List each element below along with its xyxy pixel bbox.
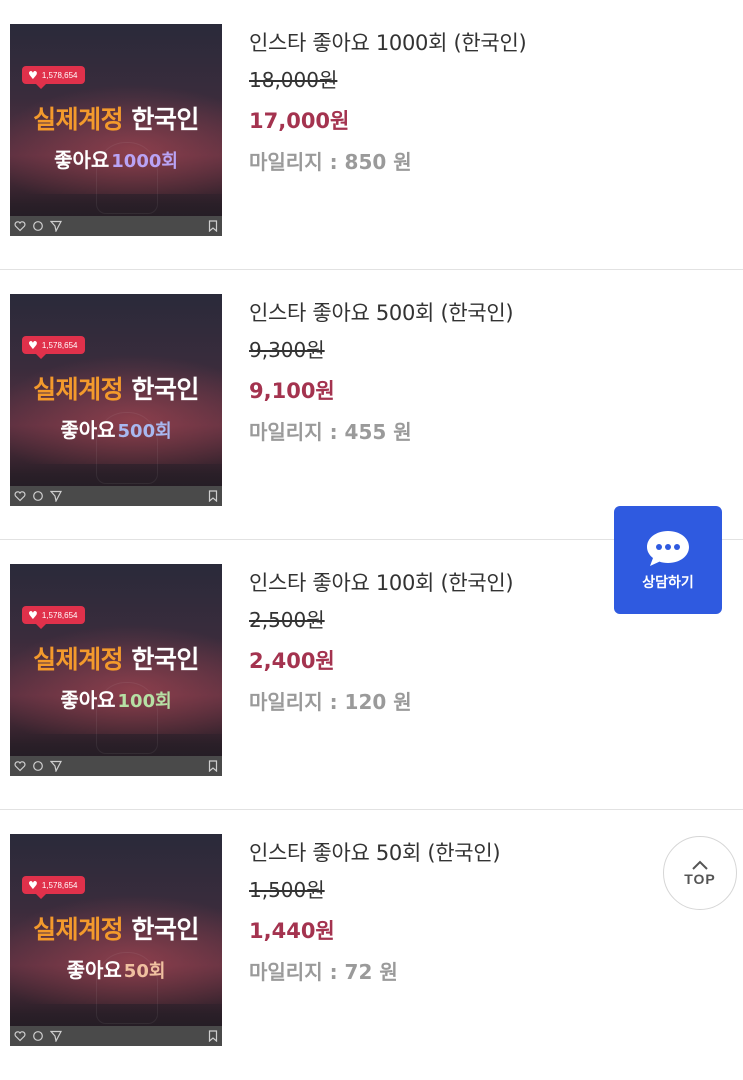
thumb-subline: 좋아요 500회 (10, 414, 222, 443)
heart-icon: ♥ (28, 878, 38, 892)
scroll-top-label: TOP (684, 871, 716, 887)
sale-price: 2,400원 (249, 649, 335, 673)
thumb-headline: 실제계정 한국인 (10, 640, 222, 676)
like-count: 1,578,654 (41, 70, 78, 80)
original-price: 2,500원 (249, 608, 325, 632)
share-icon (50, 1030, 62, 1042)
thumb-real-account: 실제계정 (33, 915, 124, 944)
thumb-subline: 좋아요 50회 (10, 954, 222, 983)
sale-price: 17,000원 (249, 109, 350, 133)
bookmark-icon (208, 760, 218, 772)
original-price: 9,300원 (249, 338, 325, 362)
like-count-badge: ♥ 1,578,654 (22, 876, 86, 899)
like-count-badge: ♥ 1,578,654 (22, 606, 86, 629)
thumb-likes-word: 좋아요 (66, 958, 122, 982)
thumb-korean: 한국인 (131, 375, 199, 404)
thumb-korean: 한국인 (131, 105, 199, 134)
bookmark-icon (208, 220, 218, 232)
product-item[interactable]: ♥ 1,578,654 실제계정 한국인 좋아요 50회 인스타 좋아요 50회 … (0, 810, 743, 1080)
product-name[interactable]: 인스타 좋아요 500회 (한국인) (249, 296, 514, 330)
thumb-like-quantity: 500회 (117, 421, 172, 442)
scroll-top-button[interactable]: TOP (663, 836, 737, 910)
like-count: 1,578,654 (41, 880, 78, 890)
comment-icon (33, 1031, 43, 1041)
thumb-korean: 한국인 (131, 915, 199, 944)
mileage: 마일리지 : 72 원 (249, 960, 398, 984)
thumb-like-quantity: 100회 (117, 691, 172, 712)
comment-icon (33, 491, 43, 501)
like-count-badge: ♥ 1,578,654 (22, 66, 86, 89)
thumb-subline: 좋아요 1000회 (10, 144, 222, 173)
thumb-likes-word: 좋아요 (60, 688, 116, 712)
thumb-real-account: 실제계정 (33, 375, 124, 404)
thumb-subline: 좋아요 100회 (10, 684, 222, 713)
product-thumbnail[interactable]: ♥ 1,578,654 실제계정 한국인 좋아요 1000회 (10, 24, 222, 236)
product-info: 인스타 좋아요 500회 (한국인) 9,300원 9,100원 마일리지 : … (249, 296, 514, 452)
heart-icon: ♥ (28, 608, 38, 622)
product-thumbnail[interactable]: ♥ 1,578,654 실제계정 한국인 좋아요 50회 (10, 834, 222, 1046)
chat-bubble-icon (647, 531, 689, 566)
chevron-up-icon (692, 860, 708, 870)
thumb-real-account: 실제계정 (33, 105, 124, 134)
consult-button[interactable]: 상담하기 (614, 506, 722, 614)
like-count: 1,578,654 (41, 610, 78, 620)
heart-outline-icon (14, 221, 26, 232)
thumb-like-quantity: 1000회 (111, 151, 178, 172)
instagram-action-bar (10, 1026, 222, 1046)
original-price: 1,500원 (249, 878, 325, 902)
product-item[interactable]: ♥ 1,578,654 실제계정 한국인 좋아요 1000회 인스타 좋아요 10… (0, 0, 743, 270)
share-icon (50, 490, 62, 502)
product-name[interactable]: 인스타 좋아요 1000회 (한국인) (249, 26, 527, 60)
product-thumbnail[interactable]: ♥ 1,578,654 실제계정 한국인 좋아요 500회 (10, 294, 222, 506)
thumb-real-account: 실제계정 (33, 645, 124, 674)
thumb-likes-word: 좋아요 (60, 418, 116, 442)
product-info: 인스타 좋아요 100회 (한국인) 2,500원 2,400원 마일리지 : … (249, 566, 514, 722)
product-item[interactable]: ♥ 1,578,654 실제계정 한국인 좋아요 500회 인스타 좋아요 500… (0, 270, 743, 540)
thumb-like-quantity: 50회 (123, 961, 166, 982)
heart-outline-icon (14, 761, 26, 772)
thumb-headline: 실제계정 한국인 (10, 100, 222, 136)
heart-outline-icon (14, 491, 26, 502)
instagram-action-bar (10, 756, 222, 776)
thumb-korean: 한국인 (131, 645, 199, 674)
product-info: 인스타 좋아요 1000회 (한국인) 18,000원 17,000원 마일리지… (249, 26, 527, 182)
bookmark-icon (208, 1030, 218, 1042)
like-count-badge: ♥ 1,578,654 (22, 336, 86, 359)
bookmark-icon (208, 490, 218, 502)
sale-price: 1,440원 (249, 919, 335, 943)
thumb-headline: 실제계정 한국인 (10, 370, 222, 406)
mileage: 마일리지 : 850 원 (249, 150, 412, 174)
like-count: 1,578,654 (41, 340, 78, 350)
product-info: 인스타 좋아요 50회 (한국인) 1,500원 1,440원 마일리지 : 7… (249, 836, 501, 992)
sale-price: 9,100원 (249, 379, 335, 403)
instagram-action-bar (10, 486, 222, 506)
product-name[interactable]: 인스타 좋아요 100회 (한국인) (249, 566, 514, 600)
consult-button-label: 상담하기 (642, 575, 694, 591)
product-name[interactable]: 인스타 좋아요 50회 (한국인) (249, 836, 501, 870)
thumb-likes-word: 좋아요 (54, 148, 110, 172)
product-thumbnail[interactable]: ♥ 1,578,654 실제계정 한국인 좋아요 100회 (10, 564, 222, 776)
instagram-action-bar (10, 216, 222, 236)
comment-icon (33, 761, 43, 771)
mileage: 마일리지 : 120 원 (249, 690, 412, 714)
original-price: 18,000원 (249, 68, 338, 92)
heart-icon: ♥ (28, 338, 38, 352)
share-icon (50, 760, 62, 772)
heart-icon: ♥ (28, 68, 38, 82)
thumb-headline: 실제계정 한국인 (10, 910, 222, 946)
share-icon (50, 220, 62, 232)
mileage: 마일리지 : 455 원 (249, 420, 412, 444)
heart-outline-icon (14, 1031, 26, 1042)
comment-icon (33, 221, 43, 231)
